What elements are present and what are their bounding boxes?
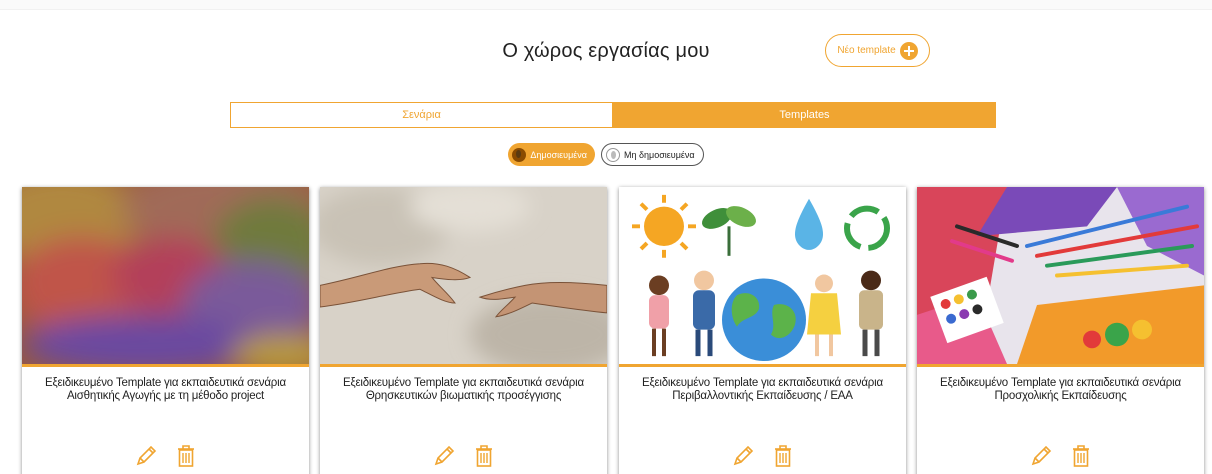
tab-templates[interactable]: Templates xyxy=(613,102,996,128)
filter-published-label: Δημοσιευμένα xyxy=(530,149,587,160)
template-cards: Εξειδικευμένο Template για εκπαιδευτικά … xyxy=(22,187,1204,474)
plus-circle-icon xyxy=(899,41,918,60)
page-title: Ο χώρος εργασίας μου xyxy=(502,40,710,62)
template-card[interactable]: Εξειδικευμένο Template για εκπαιδευτικά … xyxy=(320,187,607,474)
card-actions xyxy=(22,443,309,469)
new-template-button[interactable]: Νέο template xyxy=(825,34,930,67)
edit-pencil-icon[interactable] xyxy=(431,443,457,469)
trash-icon[interactable] xyxy=(173,443,199,469)
card-actions xyxy=(917,443,1204,469)
card-title: Εξειδικευμένο Template για εκπαιδευτικά … xyxy=(940,377,1181,402)
edit-pencil-icon[interactable] xyxy=(730,443,756,469)
tab-scenarios[interactable]: Σενάρια xyxy=(230,102,613,128)
card-title: Εξειδικευμένο Template για εκπαιδευτικά … xyxy=(45,377,286,402)
template-card[interactable]: Εξειδικευμένο Template για εκπαιδευτικά … xyxy=(22,187,309,474)
edit-pencil-icon[interactable] xyxy=(1028,443,1054,469)
template-card[interactable]: Εξειδικευμένο Template για εκπαιδευτικά … xyxy=(619,187,906,474)
card-image-watercolor xyxy=(22,187,309,367)
filter-unpublished[interactable]: Μη δημοσιευμένα xyxy=(601,143,704,166)
globe-icon xyxy=(512,147,527,162)
trash-icon[interactable] xyxy=(471,443,497,469)
edit-pencil-icon[interactable] xyxy=(133,443,159,469)
globe-icon xyxy=(606,147,620,162)
top-bar xyxy=(0,0,1212,10)
view-tabs: Σενάρια Templates xyxy=(230,102,996,128)
template-card[interactable]: Εξειδικευμένο Template για εκπαιδευτικά … xyxy=(917,187,1204,474)
publish-filters: Δημοσιευμένα Μη δημοσιευμένα xyxy=(0,143,1212,166)
filter-published[interactable]: Δημοσιευμένα xyxy=(508,143,595,166)
trash-icon[interactable] xyxy=(770,443,796,469)
card-image-children-earth xyxy=(619,187,906,367)
card-actions xyxy=(619,443,906,469)
card-title: Εξειδικευμένο Template για εκπαιδευτικά … xyxy=(343,377,584,402)
card-title: Εξειδικευμένο Template για εκπαιδευτικά … xyxy=(642,377,883,402)
new-template-label: Νέο template xyxy=(837,45,896,56)
filter-unpublished-label: Μη δημοσιευμένα xyxy=(624,149,695,160)
card-image-art-supplies xyxy=(917,187,1204,367)
card-image-hands xyxy=(320,187,607,367)
card-actions xyxy=(320,443,607,469)
trash-icon[interactable] xyxy=(1068,443,1094,469)
